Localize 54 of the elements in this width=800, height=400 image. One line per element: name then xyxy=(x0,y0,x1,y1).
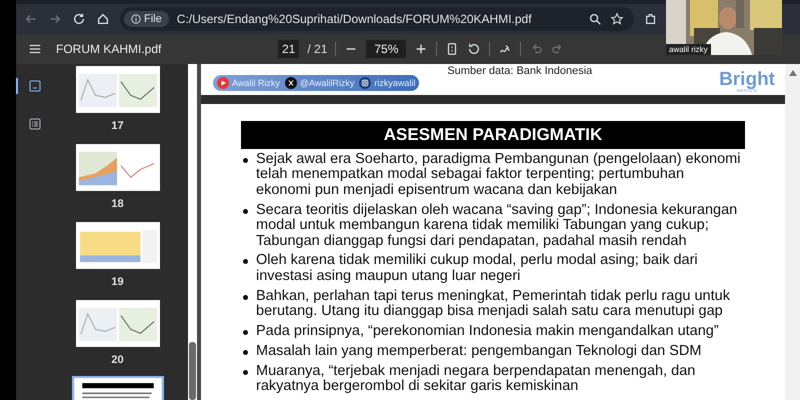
star-icon[interactable] xyxy=(610,12,624,26)
bullet-icon xyxy=(243,259,248,264)
bullet-text: Pada prinsipnya, “perekonomian Indonesia makin mengandalkan utang” xyxy=(256,324,719,340)
logo-text: Bright xyxy=(719,71,775,88)
bullet-icon xyxy=(243,370,248,375)
forward-icon[interactable] xyxy=(48,12,62,26)
page-total: / 21 xyxy=(307,42,328,56)
site-info-chip[interactable]: File xyxy=(124,11,169,27)
bullet-text: Bahkan, perlahan tapi terus meningkat, Pemerintah tidak perlu ragu untuk berutang. Utang itu dianggap bisa menjadi salah satu cara menutupi gap xyxy=(256,288,731,320)
zoom-in-icon[interactable] xyxy=(414,42,428,56)
page-number-label: 20 xyxy=(111,354,124,368)
social-handle: @AwalilRizky xyxy=(300,78,354,88)
extensions-icon[interactable] xyxy=(644,12,658,26)
page-thumbnail[interactable] xyxy=(74,298,162,349)
bullet-icon xyxy=(243,330,248,336)
bullet-icon xyxy=(243,158,248,163)
bullet-text: Muaranya, “terjebak menjadi negara berpendapatan menengah, dan rakyatnya bergerombol di sekitar garis kemiskinan xyxy=(256,364,696,395)
bullet-text: Sejak awal era Soeharto, paradigma Pembangunan (pengelolaan) ekonomi telah menempatkan modal sebagai faktor terpenting; pertumbuhan ekonomi pun menjadi episentrum wacana dan kebijakan xyxy=(256,152,741,198)
bullet-icon xyxy=(243,350,248,355)
participant-name: awalil rizky xyxy=(666,44,711,55)
image-icon xyxy=(29,80,41,92)
slide-title: ASESMEN PARADIGMATIK xyxy=(241,121,745,149)
bullet-text: Secara teoritis dijelaskan oleh wacana “saving gap”; Indonesia kekurangan modal untuk membangun karena tidak memiliki Tabungan yang cukup; Tabungan dianggap fungsi dari pendapatan, padahal masih rendah xyxy=(256,202,738,249)
play-icon xyxy=(217,77,229,89)
scroll-up-icon[interactable] xyxy=(788,70,796,76)
x-icon xyxy=(284,77,297,89)
page-thumbnail[interactable] xyxy=(74,220,162,271)
page-thumbnail[interactable] xyxy=(74,64,162,115)
address-bar[interactable]: File C:/Users/Endang%20Suprihati/Downloads/FORUM%20KAHMI.pdf xyxy=(120,7,634,31)
page-number-label: 17 xyxy=(111,120,124,134)
bullet-icon xyxy=(243,208,248,214)
reload-icon[interactable] xyxy=(72,12,86,26)
menu-icon[interactable] xyxy=(28,42,42,56)
social-handle: Awalil Rizky xyxy=(232,78,280,88)
list-icon xyxy=(29,118,41,130)
document-title: FORUM KAHMI.pdf xyxy=(56,42,162,56)
social-handle: rizkyawalil xyxy=(374,78,416,88)
bullet-text: Oleh karena tidak memiliki cukup modal, perlu modal asing; baik dari investasi asing maupun utang luar negeri xyxy=(256,253,699,284)
zoom-icon[interactable] xyxy=(588,12,602,26)
page-thumbnail[interactable] xyxy=(74,142,162,193)
zoom-field[interactable]: 75% xyxy=(366,40,406,58)
home-icon[interactable] xyxy=(96,12,110,26)
source-note: Sumber data: Bank Indonesia xyxy=(447,65,592,77)
page-number-label: 19 xyxy=(111,276,124,290)
bullet-text: Masalah lain yang memperberat: pengembangan Teknologi dan SDM xyxy=(256,344,702,360)
page-number-field[interactable]: 21 xyxy=(278,40,300,58)
info-icon xyxy=(131,14,141,24)
bullet-icon xyxy=(243,294,248,300)
page-number-label: 18 xyxy=(111,198,124,212)
scrollbar-thumb[interactable] xyxy=(189,342,196,400)
back-icon[interactable] xyxy=(24,12,38,26)
camera-icon xyxy=(359,77,372,89)
url-text: C:/Users/Endang%20Suprihati/Downloads/FORUM%20KAHMI.pdf xyxy=(176,12,533,26)
rotate-icon[interactable] xyxy=(467,42,482,56)
